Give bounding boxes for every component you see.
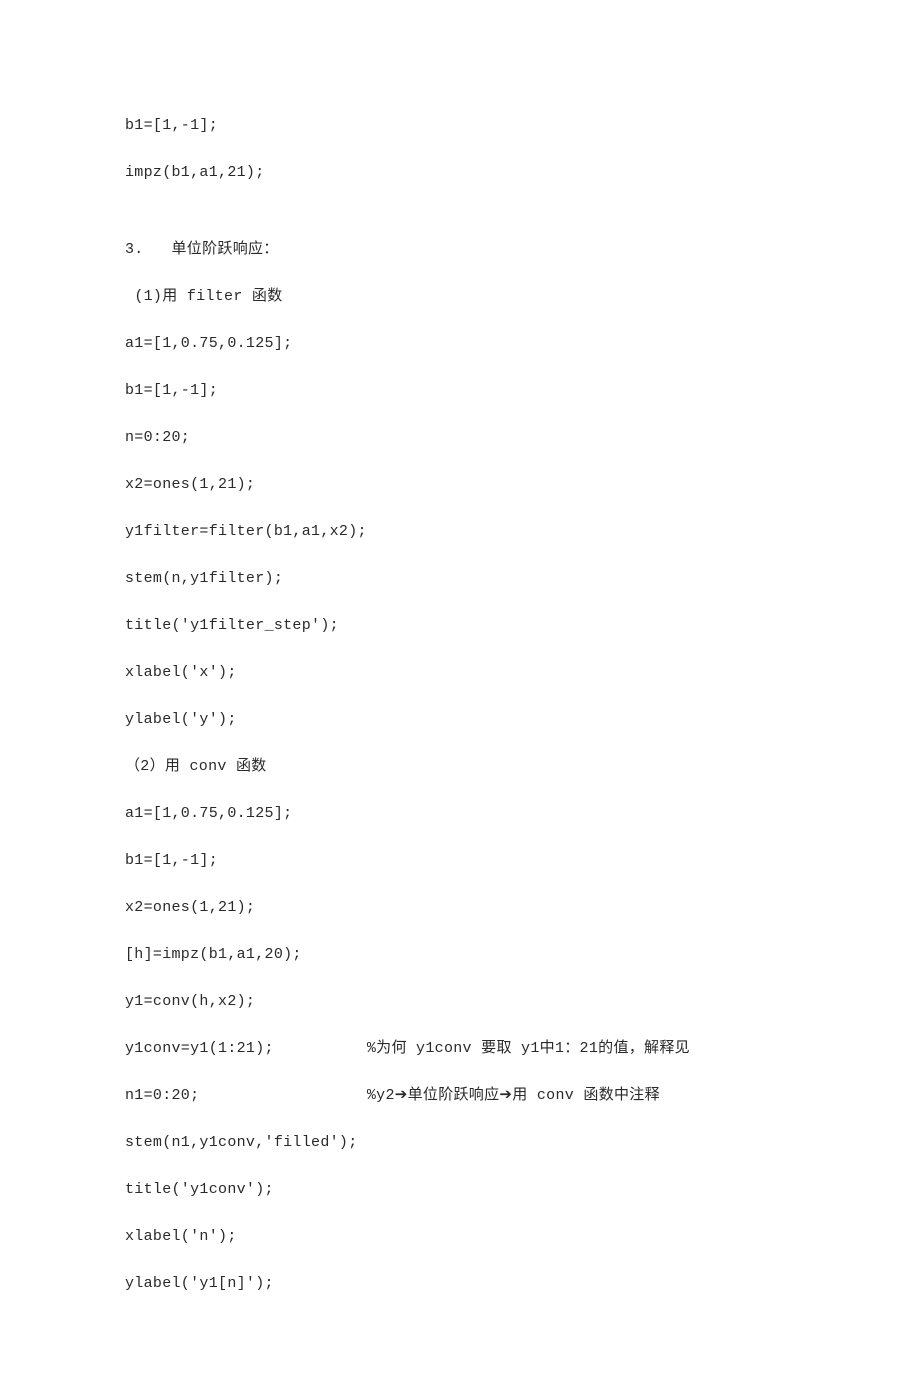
code-line: x2=ones(1,21); [125,897,795,918]
code-line: b1=[1,-1]; [125,850,795,871]
code-line: a1=[1,0.75,0.125]; [125,333,795,354]
code-line: ylabel('y1[n]'); [125,1273,795,1294]
code-line: x2=ones(1,21); [125,474,795,495]
code-line: （2）用 conv 函数 [125,756,795,777]
code-line: y1=conv(h,x2); [125,991,795,1012]
code-line: impz(b1,a1,21); [125,162,795,183]
code-line: title('y1conv'); [125,1179,795,1200]
code-line: n=0:20; [125,427,795,448]
heading-line: 3. 单位阶跃响应： [125,239,795,260]
blank-line [125,209,795,239]
code-line: y1filter=filter(b1,a1,x2); [125,521,795,542]
code-line: stem(n1,y1conv,'filled'); [125,1132,795,1153]
code-line: [h]=impz(b1,a1,20); [125,944,795,965]
code-line: xlabel('x'); [125,662,795,683]
code-line: b1=[1,-1]; [125,380,795,401]
document-page: b1=[1,-1]; impz(b1,a1,21); 3. 单位阶跃响应： (1… [0,0,920,1380]
code-line: b1=[1,-1]; [125,115,795,136]
code-line: a1=[1,0.75,0.125]; [125,803,795,824]
code-line: xlabel('n'); [125,1226,795,1247]
code-line: n1=0:20; %y2➔单位阶跃响应➔用 conv 函数中注释 [125,1085,795,1106]
code-line: y1conv=y1(1:21); %为何 y1conv 要取 y1中1：21的值… [125,1038,795,1059]
code-line: ylabel('y'); [125,709,795,730]
code-line: title('y1filter_step'); [125,615,795,636]
code-line: (1)用 filter 函数 [125,286,795,307]
code-line: stem(n,y1filter); [125,568,795,589]
